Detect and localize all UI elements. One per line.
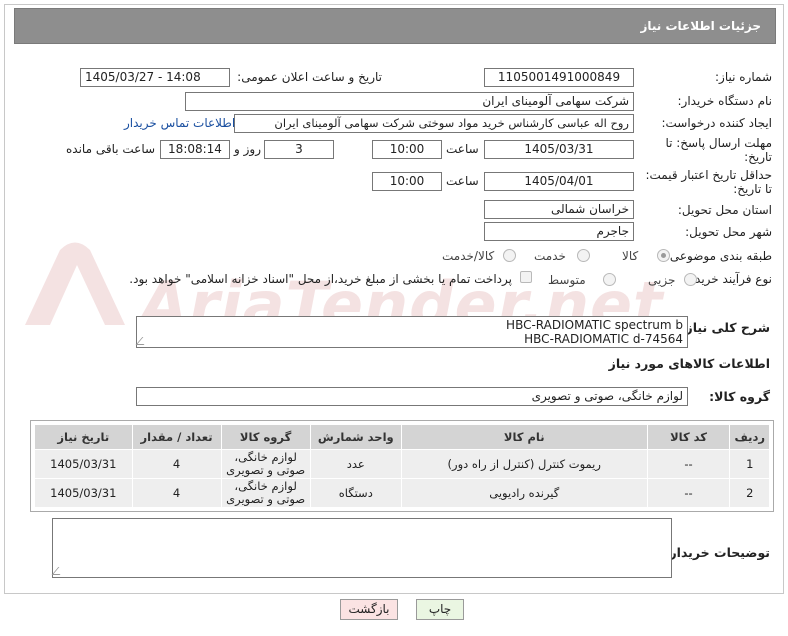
col-code: کد کالا <box>646 424 731 450</box>
col-row: ردیف <box>729 424 770 450</box>
treasury-payment-checkbox[interactable] <box>520 271 532 283</box>
reply-days-label: روز و <box>234 142 261 156</box>
announce-datetime-label: تاریخ و ساعت اعلان عمومی: <box>237 70 382 84</box>
reply-days-field: 3 <box>264 140 334 159</box>
resize-grip-icon[interactable] <box>51 567 67 575</box>
price-validity-label: حداقل تاریخ اعتبار قیمت: تا تاریخ: <box>645 168 772 196</box>
description-textarea: HBC-RADIOMATIC spectrum b HBC-RADIOMATIC… <box>135 316 688 348</box>
goods-group-label: گروه کالا: <box>709 389 770 404</box>
cell-name: ریموت کنترل (کنترل از راه دور) <box>400 449 648 479</box>
announce-datetime-field: 1405/03/27 - 14:08 <box>80 68 230 87</box>
description-label: شرح کلی نیاز: <box>680 320 770 335</box>
remaining-time-field: 18:08:14 <box>160 140 230 159</box>
header-bar: جزئیات اطلاعات نیاز <box>14 8 776 44</box>
resize-grip-icon[interactable] <box>135 337 151 345</box>
price-validity-date: 1405/04/01 <box>484 172 634 191</box>
reply-deadline-time: 10:00 <box>372 140 442 159</box>
print-button[interactable]: چاپ <box>416 599 464 620</box>
treasury-payment-note: پرداخت تمام یا بخشی از مبلغ خرید،از محل … <box>129 272 512 286</box>
cell-name: گیرنده رادیویی <box>400 478 648 508</box>
purchase-minor-radio[interactable] <box>684 273 697 286</box>
category-goods-service-radio[interactable] <box>503 249 516 262</box>
cell-date: 1405/03/31 <box>34 449 133 479</box>
remaining-time-label: ساعت باقی مانده <box>66 142 156 156</box>
description-line-1: HBC-RADIOMATIC spectrum b <box>506 318 683 332</box>
buyer-org-label: نام دستگاه خریدار: <box>677 94 773 108</box>
cell-date: 1405/03/31 <box>34 478 133 508</box>
buyer-notes-textarea[interactable] <box>51 518 672 578</box>
delivery-city-label: شهر محل تحویل: <box>685 225 772 239</box>
col-name: نام کالا <box>400 424 648 450</box>
requester-field: روح اله عباسی کارشناس خرید مواد سوختی شر… <box>234 114 634 133</box>
price-validity-time: 10:00 <box>372 172 442 191</box>
reply-deadline-label: مهلت ارسال پاسخ: تا تاریخ: <box>665 136 772 164</box>
goods-info-title: اطلاعات کالاهای مورد نیاز <box>608 356 770 371</box>
col-date: تاریخ نیاز <box>34 424 133 450</box>
category-goods-label: کالا <box>622 249 639 263</box>
page-title: جزئیات اطلاعات نیاز <box>640 19 761 33</box>
back-button[interactable]: بازگشت <box>340 599 398 620</box>
col-qty: تعداد / مقدار <box>131 424 222 450</box>
purchase-minor-label: جزیی <box>648 273 676 287</box>
purchase-medium-radio[interactable] <box>603 273 616 286</box>
category-goods-radio[interactable] <box>657 249 670 262</box>
description-line-2: HBC-RADIOMATIC d-74564 <box>524 332 683 346</box>
col-unit: واحد شمارش <box>309 424 402 450</box>
cell-unit: عدد <box>309 449 402 479</box>
price-time-label: ساعت <box>446 174 479 188</box>
cell-row: 2 <box>729 478 770 508</box>
cell-code: -- <box>646 449 731 479</box>
cell-group: لوازم خانگی، صوتی و تصویری <box>220 449 311 479</box>
cell-row: 1 <box>729 449 770 479</box>
delivery-province-field: خراسان شمالی <box>484 200 634 219</box>
delivery-province-label: استان محل تحویل: <box>677 203 772 217</box>
purchase-medium-label: متوسط <box>548 273 586 287</box>
category-service-label: خدمت <box>534 249 566 263</box>
need-number-label: شماره نیاز: <box>715 70 772 84</box>
requester-label: ایجاد کننده درخواست: <box>661 116 772 130</box>
need-number-field: 1105001491000849 <box>484 68 634 87</box>
cell-code: -- <box>646 478 731 508</box>
table-row: 2 -- گیرنده رادیویی دستگاه لوازم خانگی، … <box>34 478 770 508</box>
col-group: گروه کالا <box>220 424 311 450</box>
reply-deadline-date: 1405/03/31 <box>484 140 634 159</box>
reply-time-label: ساعت <box>446 142 479 156</box>
purchase-type-label: نوع فرآیند خرید : <box>687 272 772 286</box>
table-header-row: ردیف کد کالا نام کالا واحد شمارش گروه کا… <box>34 424 770 450</box>
category-service-radio[interactable] <box>577 249 590 262</box>
category-label: طبقه بندی موضوعی: <box>665 249 772 263</box>
table-row: 1 -- ریموت کنترل (کنترل از راه دور) عدد … <box>34 449 770 479</box>
cell-qty: 4 <box>131 478 222 508</box>
buyer-contact-link[interactable]: اطلاعات تماس خریدار <box>124 116 235 130</box>
goods-group-field: لوازم خانگی، صوتی و تصویری <box>136 387 688 406</box>
category-goods-service-label: کالا/خدمت <box>442 249 495 263</box>
buyer-org-field: شرکت سهامی آلومینای ایران <box>185 92 634 111</box>
cell-group: لوازم خانگی، صوتی و تصویری <box>220 478 311 508</box>
buyer-notes-label: توضیحات خریدار: <box>664 545 770 560</box>
cell-unit: دستگاه <box>309 478 402 508</box>
cell-qty: 4 <box>131 449 222 479</box>
items-table: ردیف کد کالا نام کالا واحد شمارش گروه کا… <box>34 424 770 508</box>
delivery-city-field: جاجرم <box>484 222 634 241</box>
